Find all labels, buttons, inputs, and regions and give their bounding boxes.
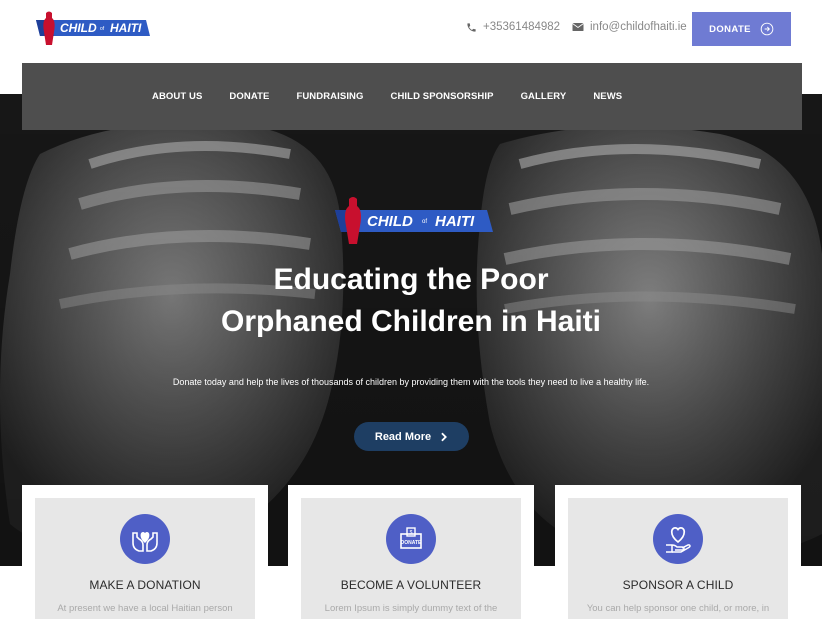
- header-donate-button[interactable]: DONATE: [692, 12, 791, 46]
- chevron-right-icon: [441, 432, 448, 441]
- card-text: You can help sponsor one child, or more,…: [586, 603, 770, 614]
- email-address: info@childofhaiti.ie: [590, 21, 687, 33]
- site-logo[interactable]: CHILD of HAITI: [32, 9, 152, 47]
- hero-logo: CHILD of HAITI: [335, 197, 493, 244]
- card-title: MAKE A DONATION: [89, 578, 201, 592]
- nav-item-fundraising[interactable]: FUNDRAISING: [296, 91, 363, 102]
- main-nav: ABOUT US DONATE FUNDRAISING CHILD SPONSO…: [22, 63, 802, 130]
- card-make-donation[interactable]: MAKE A DONATION At present we have a loc…: [22, 485, 268, 619]
- card-title: BECOME A VOLUNTEER: [340, 578, 482, 592]
- hero-title: Educating the Poor Orphaned Children in …: [0, 259, 822, 343]
- svg-text:of: of: [422, 219, 427, 225]
- card-title: SPONSOR A CHILD: [622, 578, 734, 592]
- nav-item-child-sponsorship[interactable]: CHILD SPONSORSHIP: [391, 91, 494, 102]
- card-text: Lorem Ipsum is simply dummy text of the: [324, 603, 498, 614]
- svg-text:$: $: [410, 530, 413, 536]
- heart-hand-icon: [653, 514, 703, 564]
- phone-number: +35361484982: [483, 21, 561, 33]
- svg-text:HAITI: HAITI: [435, 213, 475, 230]
- arrow-circle-icon: [760, 22, 774, 36]
- donate-button-label: DONATE: [709, 23, 751, 35]
- donate-box-icon: $ DONATE: [386, 514, 436, 564]
- svg-text:of: of: [100, 26, 105, 32]
- card-text: At present we have a local Haitian perso…: [57, 603, 233, 614]
- page: CHILD of HAITI +35361484982 info@childof…: [0, 0, 822, 619]
- svg-text:HAITI: HAITI: [110, 21, 142, 35]
- card-body: SPONSOR A CHILD You can help sponsor one…: [568, 498, 788, 619]
- hero-title-line-1: Educating the Poor: [273, 263, 549, 296]
- nav-item-gallery[interactable]: GALLERY: [521, 91, 567, 102]
- read-more-label: Read More: [374, 430, 432, 443]
- nav-items: ABOUT US DONATE FUNDRAISING CHILD SPONSO…: [152, 63, 622, 130]
- nav-item-donate[interactable]: DONATE: [229, 91, 269, 102]
- hero-title-line-2: Orphaned Children in Haiti: [220, 305, 602, 338]
- phone-icon: [467, 22, 476, 32]
- nav-item-about-us[interactable]: ABOUT US: [152, 91, 202, 102]
- nav-item-news[interactable]: NEWS: [593, 91, 622, 102]
- svg-text:DONATE: DONATE: [401, 540, 422, 546]
- contact-phone[interactable]: +35361484982: [466, 21, 560, 33]
- heart-hands-icon: [120, 514, 170, 564]
- card-body: $ DONATE BECOME A VOLUNTEER Lorem Ipsum …: [301, 498, 521, 619]
- svg-text:CHILD: CHILD: [60, 21, 97, 35]
- card-sponsor-child[interactable]: SPONSOR A CHILD You can help sponsor one…: [555, 485, 801, 619]
- hero-subtitle: Donate today and help the lives of thous…: [172, 377, 650, 387]
- svg-text:CHILD: CHILD: [367, 213, 413, 230]
- card-body: MAKE A DONATION At present we have a loc…: [35, 498, 255, 619]
- envelope-icon: [572, 23, 584, 31]
- card-become-volunteer[interactable]: $ DONATE BECOME A VOLUNTEER Lorem Ipsum …: [288, 485, 534, 619]
- contact-email[interactable]: info@childofhaiti.ie: [572, 21, 687, 33]
- read-more-button[interactable]: Read More: [354, 422, 469, 451]
- top-header: CHILD of HAITI +35361484982 info@childof…: [0, 0, 822, 63]
